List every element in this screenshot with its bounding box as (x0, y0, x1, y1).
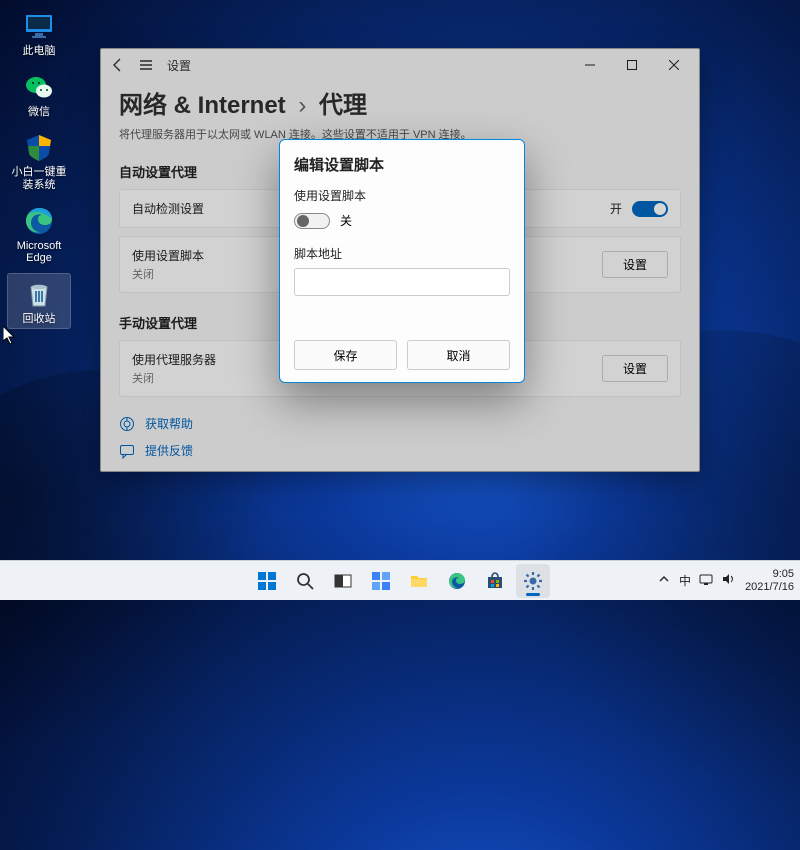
desktop-icon-label: 小白一键重装系统 (8, 166, 70, 191)
desktop-icon-thispc[interactable]: 此电脑 (8, 6, 70, 61)
settings-taskbar-button[interactable] (516, 564, 550, 598)
wechat-icon (22, 70, 56, 104)
desktop-icon-label: 回收站 (23, 313, 56, 326)
ime-indicator[interactable]: 中 (679, 572, 691, 589)
network-icon[interactable] (699, 572, 713, 589)
search-button[interactable] (288, 564, 322, 598)
desktop-icon-label: 微信 (28, 106, 50, 119)
cancel-button[interactable]: 取消 (407, 340, 510, 370)
explorer-button[interactable] (402, 564, 436, 598)
desktop-icon-label: Microsoft Edge (8, 240, 70, 265)
desktop-icon-xiaobai[interactable]: 小白一键重装系统 (8, 127, 70, 194)
edit-script-dialog: 编辑设置脚本 使用设置脚本 关 脚本地址 保存 取消 (279, 139, 525, 383)
tray-chevron-icon[interactable] (659, 574, 669, 587)
desktop-icon-edge[interactable]: Microsoft Edge (8, 201, 70, 268)
cursor-icon (3, 326, 17, 346)
widgets-button[interactable] (364, 564, 398, 598)
script-address-label: 脚本地址 (294, 245, 510, 262)
start-button[interactable] (250, 564, 284, 598)
taskview-button[interactable] (326, 564, 360, 598)
edge-button[interactable] (440, 564, 474, 598)
desktop-icon-recyclebin[interactable]: 回收站 (8, 274, 70, 329)
taskbar: 中 9:05 2021/7/16 (0, 560, 800, 600)
desktop-icon-label: 此电脑 (23, 45, 56, 58)
reinstall-icon (22, 130, 56, 164)
recycle-bin-icon (22, 277, 56, 311)
save-button[interactable]: 保存 (294, 340, 397, 370)
volume-icon[interactable] (721, 572, 735, 589)
monitor-icon (22, 9, 56, 43)
toggle-state-label: 关 (340, 212, 352, 229)
time-label: 9:05 (773, 568, 794, 581)
store-button[interactable] (478, 564, 512, 598)
desktop-icons: 此电脑 微信 小白一键重装系统 Microsoft Edge 回收站 (8, 6, 70, 328)
dialog-title: 编辑设置脚本 (294, 154, 510, 175)
script-address-input[interactable] (294, 268, 510, 296)
taskbar-clock[interactable]: 9:05 2021/7/16 (745, 568, 794, 593)
toggle-use-script[interactable] (294, 213, 330, 229)
edge-icon (22, 204, 56, 238)
desktop-icon-wechat[interactable]: 微信 (8, 67, 70, 122)
use-script-label: 使用设置脚本 (294, 187, 510, 204)
date-label: 2021/7/16 (745, 581, 794, 594)
